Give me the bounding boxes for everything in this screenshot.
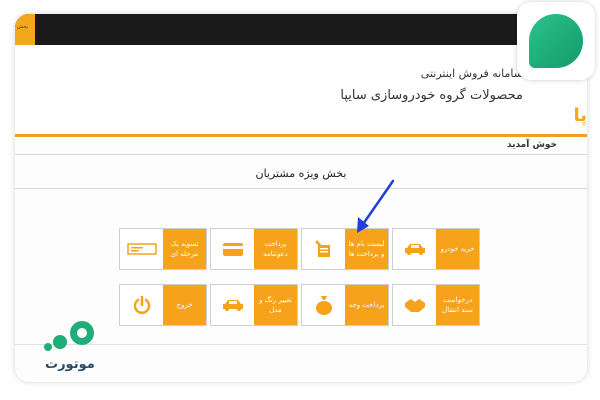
card-icon [211,229,254,269]
top-tab[interactable]: بخش [15,14,35,45]
settlement-label: تسویه یک مرحله ای [163,229,206,269]
divider [15,188,587,189]
arrow-annotation [357,179,395,233]
header-subtitle: محصولات گروه خودروسازی سایپا [340,88,523,103]
car-icon [211,285,254,325]
check-icon [120,229,163,269]
header-divider [15,134,587,137]
online-payment-button[interactable]: پرداخت دعوتنامه [210,228,298,270]
corner-badge [517,2,595,80]
logo: پا [573,105,587,126]
receive-payment-button[interactable]: پرداخت وجه [301,284,389,326]
receive-payment-label: پرداخت وجه [345,285,388,325]
power-icon [120,285,163,325]
site-header: سامانه فروش اینترنتی محصولات گروه خودروس… [15,45,587,137]
document-pen-icon [302,229,345,269]
header-title: سامانه فروش اینترنتی [420,67,523,80]
exit-button[interactable]: خروج [119,284,207,326]
chat-bubble-icon [529,14,583,68]
buy-car-label: خرید خودرو [436,229,479,269]
request-registration-button[interactable]: درخواست سند انتقال [392,284,480,326]
car-icon [393,229,436,269]
welcome-text: خوش آمدید [506,140,557,150]
buy-car-button[interactable]: خرید خودرو [392,228,480,270]
settlement-button[interactable]: تسویه یک مرحله ای [119,228,207,270]
money-bag-icon [302,285,345,325]
divider [15,154,587,155]
change-color-button[interactable]: تغییر رنگ و مدل [210,284,298,326]
handshake-icon [393,285,436,325]
exit-label: خروج [163,285,206,325]
change-color-label: تغییر رنگ و مدل [254,285,297,325]
request-registration-label: درخواست سند انتقال [436,285,479,325]
brand-logo-icon [44,321,94,351]
brand-label: موتورت [45,357,95,372]
section-title: بخش ویژه مشتریان [255,167,347,180]
top-bar: بخش [15,14,587,45]
online-payment-label: پرداخت دعوتنامه [254,229,297,269]
